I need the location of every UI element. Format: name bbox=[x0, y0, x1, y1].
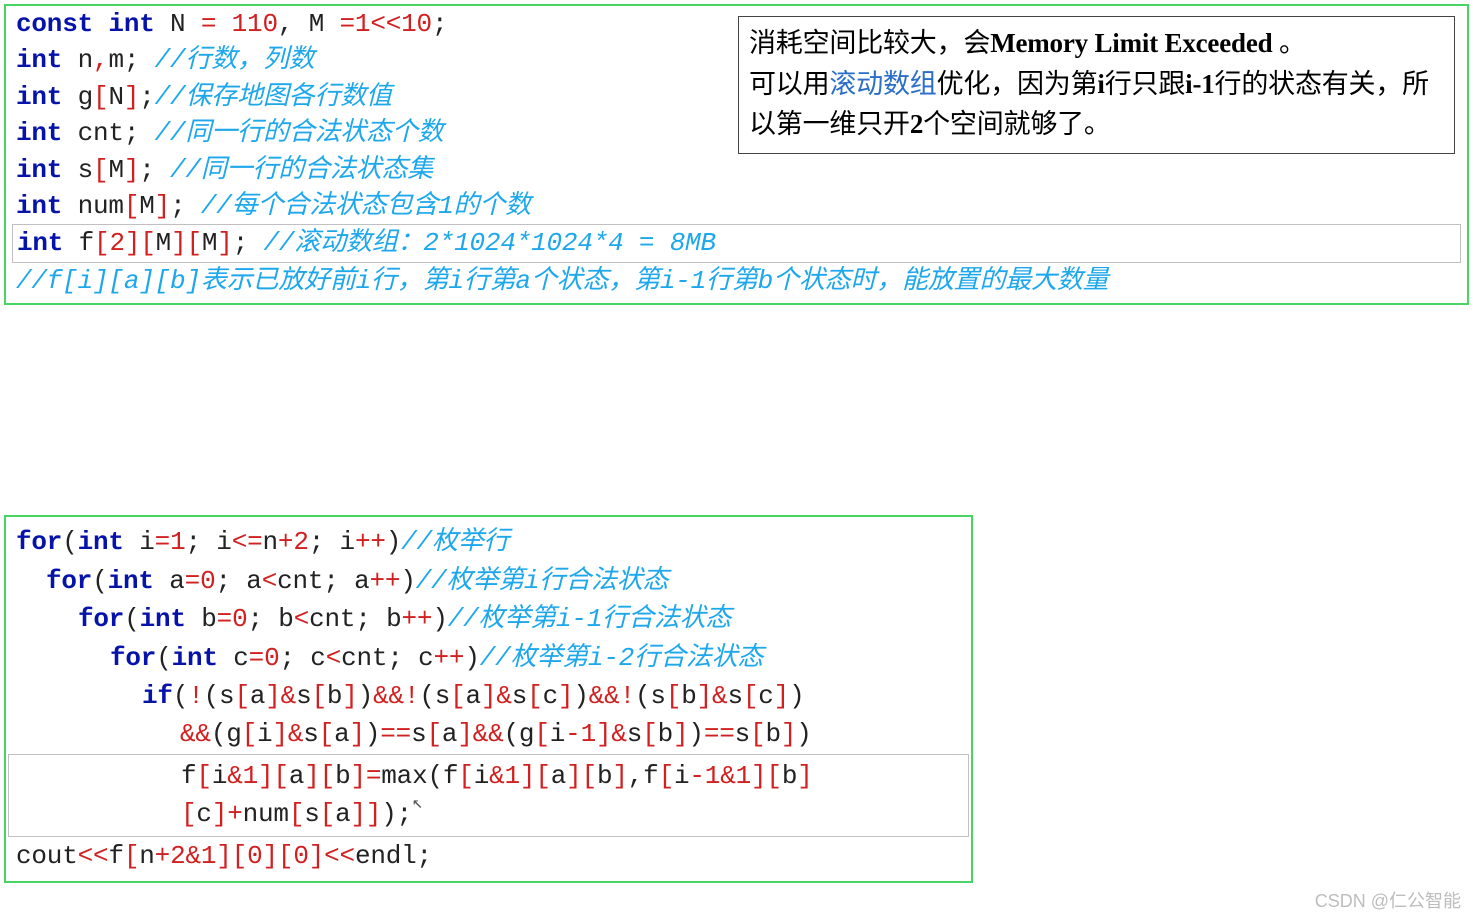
callout-box: 消耗空间比较大，会Memory Limit Exceeded 。 可以用滚动数组… bbox=[738, 16, 1455, 154]
code-line: int num[M]; //每个合法状态包含1的个数 bbox=[16, 188, 1457, 224]
watermark: CSDN @仁公智能 bbox=[1315, 887, 1461, 913]
code-line: for(int c=0; c<cnt; c++)//枚举第i-2行合法状态 bbox=[16, 639, 961, 677]
code-line: for(int i=1; i<=n+2; i++)//枚举行 bbox=[16, 523, 961, 561]
callout-roll: 滚动数组 bbox=[829, 69, 936, 99]
code-line: for(int a=0; a<cnt; a++)//枚举第i行合法状态 bbox=[16, 562, 961, 600]
loop-block: for(int i=1; i<=n+2; i++)//枚举行 for(int a… bbox=[4, 515, 973, 883]
callout-i: i bbox=[1097, 69, 1104, 99]
callout-text: 行只跟 bbox=[1105, 69, 1185, 99]
code-line-highlight: f[i&1][a][b]=max(f[i&1][a][b],f[i-1&1][b… bbox=[8, 754, 969, 837]
code-line: if(!(s[a]&s[b])&&!(s[a]&s[c])&&!(s[b]&s[… bbox=[16, 677, 961, 715]
callout-text: 消耗空间比较大，会 bbox=[749, 28, 990, 58]
callout-text: 。 bbox=[1272, 28, 1305, 58]
code-line: //f[i][a][b]表示已放好前i行，第i行第a个状态，第i-1行第b个状态… bbox=[16, 263, 1457, 299]
callout-text: 优化，因为第 bbox=[937, 69, 1098, 99]
declarations-block: 消耗空间比较大，会Memory Limit Exceeded 。 可以用滚动数组… bbox=[4, 4, 1469, 305]
callout-text: 个空间就够了。 bbox=[923, 109, 1111, 139]
callout-mle: Memory Limit Exceeded bbox=[990, 28, 1272, 58]
code-line: int s[M]; //同一行的合法状态集 bbox=[16, 152, 1457, 188]
callout-text: 可以用 bbox=[749, 69, 829, 99]
code-line: &&(g[i]&s[a])==s[a]&&(g[i-1]&s[b])==s[b]… bbox=[16, 715, 961, 753]
code-line: for(int b=0; b<cnt; b++)//枚举第i-1行合法状态 bbox=[16, 600, 961, 638]
callout-i1: i-1 bbox=[1185, 69, 1214, 99]
code-line: cout<<f[n+2&1][0][0]<<endl; bbox=[16, 837, 961, 875]
code-line-highlight: int f[2][M][M]; //滚动数组：2*1024*1024*4 = 8… bbox=[12, 224, 1461, 262]
cursor-icon: ↖ bbox=[412, 791, 423, 818]
callout-two: 2 bbox=[910, 109, 923, 139]
